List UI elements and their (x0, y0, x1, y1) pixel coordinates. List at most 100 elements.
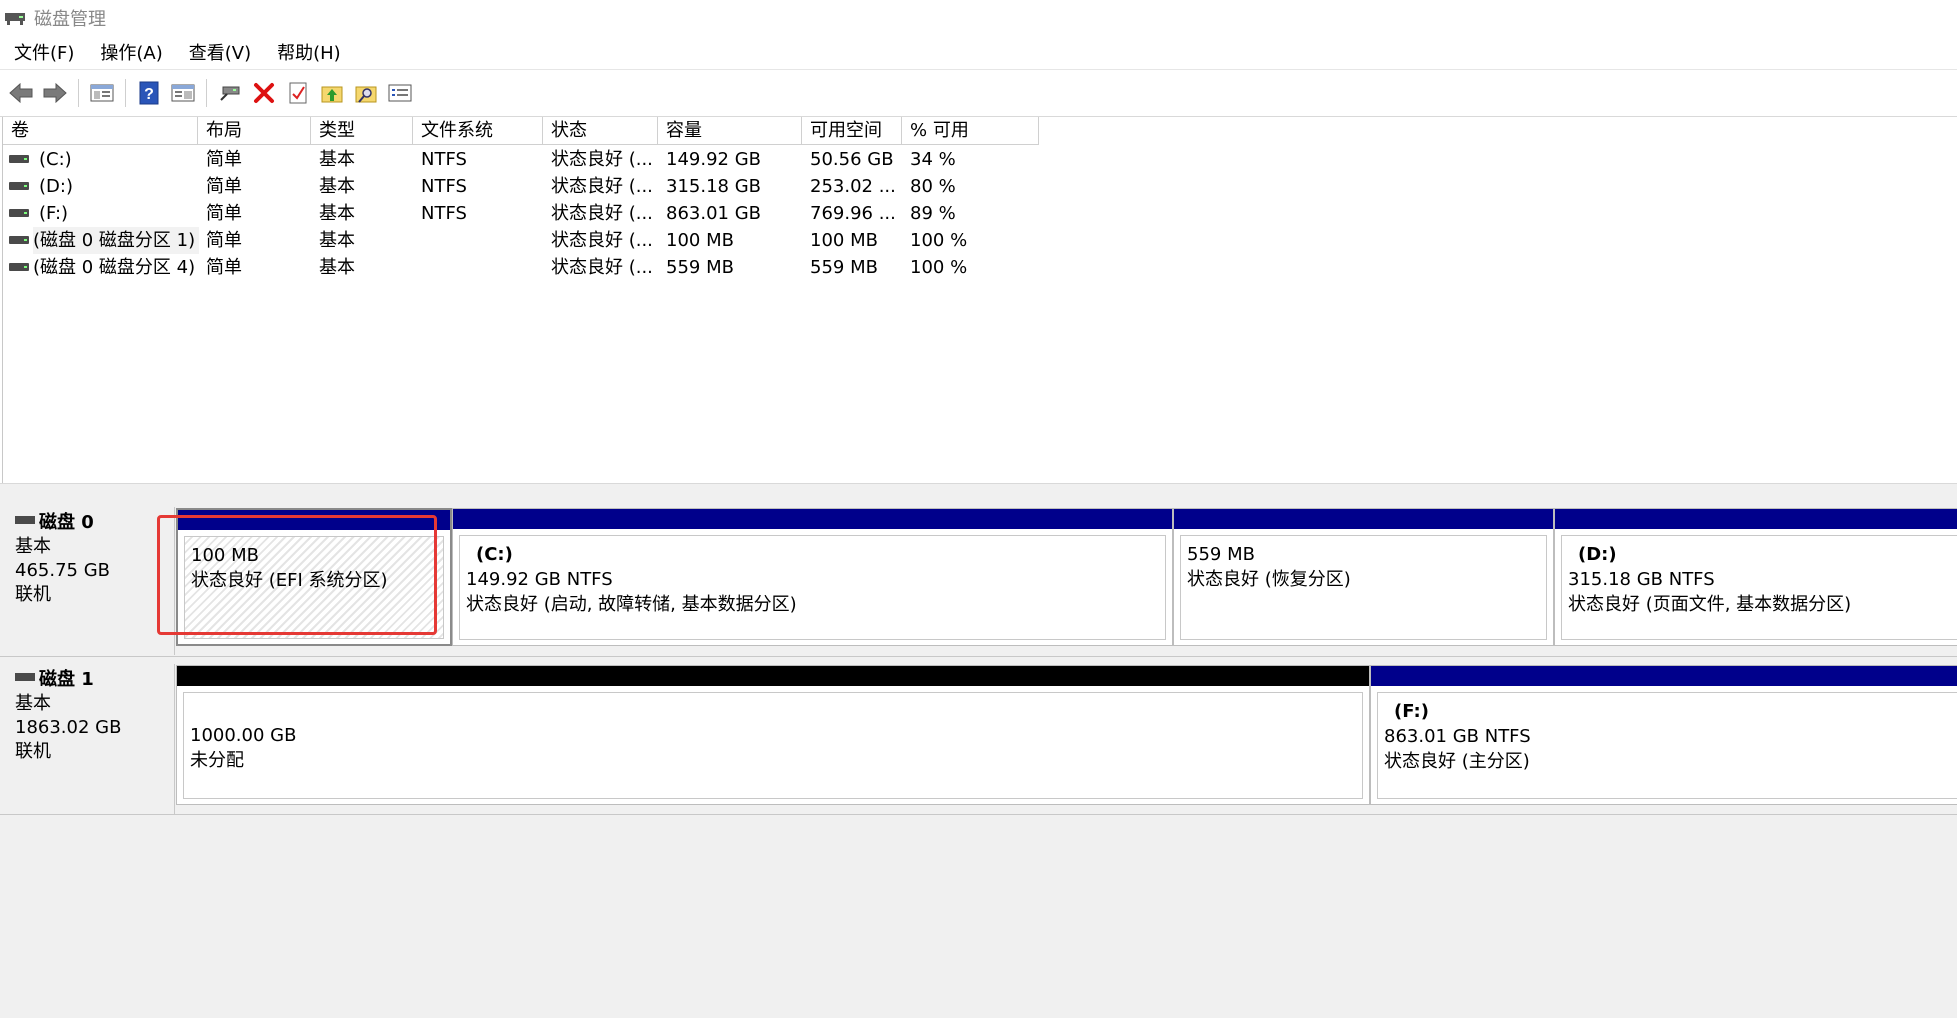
column-header-free-space[interactable]: 可用空间 (802, 117, 902, 145)
console-tree-icon[interactable] (87, 78, 117, 108)
cell-status: 状态良好 (... (551, 203, 653, 224)
volume-icon (9, 182, 29, 190)
table-row[interactable]: (磁盘 0 磁盘分区 4) 简单 基本 状态良好 (... 559 MB 559… (3, 254, 1103, 281)
partition-f[interactable]: (F:) 863.01 GB NTFS 状态良好 (主分区) (1370, 665, 1957, 805)
table-row[interactable]: (D:) 简单 基本 NTFS 状态良好 (... 315.18 GB 253.… (3, 173, 1103, 200)
partition-recovery[interactable]: 559 MB 状态良好 (恢复分区) (1173, 508, 1554, 646)
cell-percent-free: 100 % (910, 257, 968, 278)
partition-status: 状态良好 (启动, 故障转储, 基本数据分区) (466, 594, 797, 615)
cell-volume: (F:) (39, 203, 69, 224)
partition-status: 状态良好 (页面文件, 基本数据分区) (1568, 594, 1852, 615)
disk-name: 磁盘 1 (39, 669, 94, 690)
cell-status: 状态良好 (... (551, 149, 653, 170)
cell-type: 基本 (319, 230, 355, 251)
column-header-volume[interactable]: 卷 (3, 117, 198, 145)
menu-file[interactable]: 文件(F) (0, 39, 86, 65)
cell-volume: (C:) (39, 149, 72, 170)
disk-row-divider (0, 656, 1957, 657)
cell-free-space: 559 MB (810, 257, 878, 278)
partition-status: 未分配 (190, 750, 244, 771)
menu-view[interactable]: 查看(V) (175, 39, 263, 65)
partition-body: 100 MB 状态良好 (EFI 系统分区) (184, 536, 444, 639)
cell-free-space: 50.56 GB (810, 149, 894, 170)
menu-help[interactable]: 帮助(H) (263, 39, 353, 65)
cell-percent-free: 100 % (910, 230, 968, 251)
partition-bar (453, 509, 1172, 529)
volume-icon (9, 209, 29, 217)
partition-efi[interactable]: 100 MB 状态良好 (EFI 系统分区) (176, 508, 452, 646)
table-row[interactable]: (磁盘 0 磁盘分区 1) 简单 基本 状态良好 (... 100 MB 100… (3, 227, 1103, 254)
cell-capacity: 559 MB (666, 257, 734, 278)
cell-type: 基本 (319, 149, 355, 170)
partition-label: (C:) (476, 544, 513, 565)
cell-percent-free: 34 % (910, 149, 956, 170)
toolbar-separator (125, 79, 126, 107)
properties-icon[interactable] (385, 78, 415, 108)
cell-percent-free: 89 % (910, 203, 956, 224)
help-icon[interactable]: ? (134, 78, 164, 108)
volume-icon (9, 236, 29, 244)
disk-icon (15, 516, 35, 524)
cell-layout: 简单 (206, 203, 242, 224)
partition-bar (177, 666, 1369, 686)
cell-volume: (D:) (39, 176, 73, 197)
menu-action[interactable]: 操作(A) (86, 39, 174, 65)
cell-free-space: 100 MB (810, 230, 878, 251)
partition-status: 状态良好 (EFI 系统分区) (191, 570, 388, 591)
partition-size: 559 MB (1187, 544, 1255, 565)
partition-size: 315.18 GB NTFS (1568, 569, 1715, 590)
partition-body: (F:) 863.01 GB NTFS 状态良好 (主分区) (1377, 692, 1957, 799)
disk-name: 磁盘 0 (39, 512, 94, 533)
partition-body: 1000.00 GB 未分配 (183, 692, 1363, 799)
checklist-icon[interactable] (283, 78, 313, 108)
partition-c[interactable]: (C:) 149.92 GB NTFS 状态良好 (启动, 故障转储, 基本数据… (452, 508, 1173, 646)
disk-status: 联机 (15, 741, 51, 762)
column-header-type[interactable]: 类型 (311, 117, 413, 145)
cell-percent-free: 80 % (910, 176, 956, 197)
partition-size: 149.92 GB NTFS (466, 569, 613, 590)
cell-layout: 简单 (206, 149, 242, 170)
partition-bar (1371, 666, 1957, 686)
window-title: 磁盘管理 (34, 8, 106, 30)
svg-text:?: ? (144, 86, 154, 103)
toolbar: ? (0, 70, 1957, 117)
cell-capacity: 149.92 GB (666, 149, 762, 170)
cell-layout: 简单 (206, 230, 242, 251)
back-arrow-icon[interactable] (6, 78, 36, 108)
disk-0-label[interactable]: 磁盘 0 基本 465.75 GB 联机 (3, 507, 175, 655)
partition-body: (C:) 149.92 GB NTFS 状态良好 (启动, 故障转储, 基本数据… (459, 535, 1166, 640)
properties-pane-icon[interactable] (168, 78, 198, 108)
partition-unallocated[interactable]: 1000.00 GB 未分配 (176, 665, 1370, 805)
partition-status: 状态良好 (主分区) (1384, 751, 1530, 772)
partition-bar (1555, 509, 1957, 529)
connect-disk-icon[interactable] (215, 78, 245, 108)
cell-volume: (磁盘 0 磁盘分区 1) (33, 227, 199, 254)
partition-status: 状态良好 (恢复分区) (1187, 569, 1351, 590)
table-row[interactable]: (F:) 简单 基本 NTFS 状态良好 (... 863.01 GB 769.… (3, 200, 1103, 227)
cell-free-space: 769.96 ... (810, 203, 896, 224)
cell-filesystem: NTFS (421, 176, 467, 197)
table-row[interactable]: (C:) 简单 基本 NTFS 状态良好 (... 149.92 GB 50.5… (3, 146, 1103, 173)
partition-body: (D:) 315.18 GB NTFS 状态良好 (页面文件, 基本数据分区) (1561, 535, 1957, 640)
column-header-layout[interactable]: 布局 (198, 117, 311, 145)
folder-up-icon[interactable] (317, 78, 347, 108)
column-header-percent-free[interactable]: % 可用 (902, 117, 1039, 145)
cell-capacity: 100 MB (666, 230, 734, 251)
folder-search-icon[interactable] (351, 78, 381, 108)
volume-icon (9, 263, 29, 271)
cell-status: 状态良好 (... (551, 257, 653, 278)
forward-arrow-icon[interactable] (40, 78, 70, 108)
cell-type: 基本 (319, 257, 355, 278)
column-header-filesystem[interactable]: 文件系统 (413, 117, 543, 145)
delete-icon[interactable] (249, 78, 279, 108)
partition-d[interactable]: (D:) 315.18 GB NTFS 状态良好 (页面文件, 基本数据分区) (1554, 508, 1957, 646)
column-header-status[interactable]: 状态 (543, 117, 658, 145)
disk-type: 基本 (15, 693, 51, 714)
partition-body: 559 MB 状态良好 (恢复分区) (1180, 535, 1547, 640)
partition-size: 863.01 GB NTFS (1384, 726, 1531, 747)
cell-type: 基本 (319, 203, 355, 224)
disk-1-label[interactable]: 磁盘 1 基本 1863.02 GB 联机 (3, 664, 175, 814)
title-bar: 磁盘管理 (0, 0, 1957, 35)
disk-size: 465.75 GB (15, 560, 111, 581)
column-header-capacity[interactable]: 容量 (658, 117, 802, 145)
